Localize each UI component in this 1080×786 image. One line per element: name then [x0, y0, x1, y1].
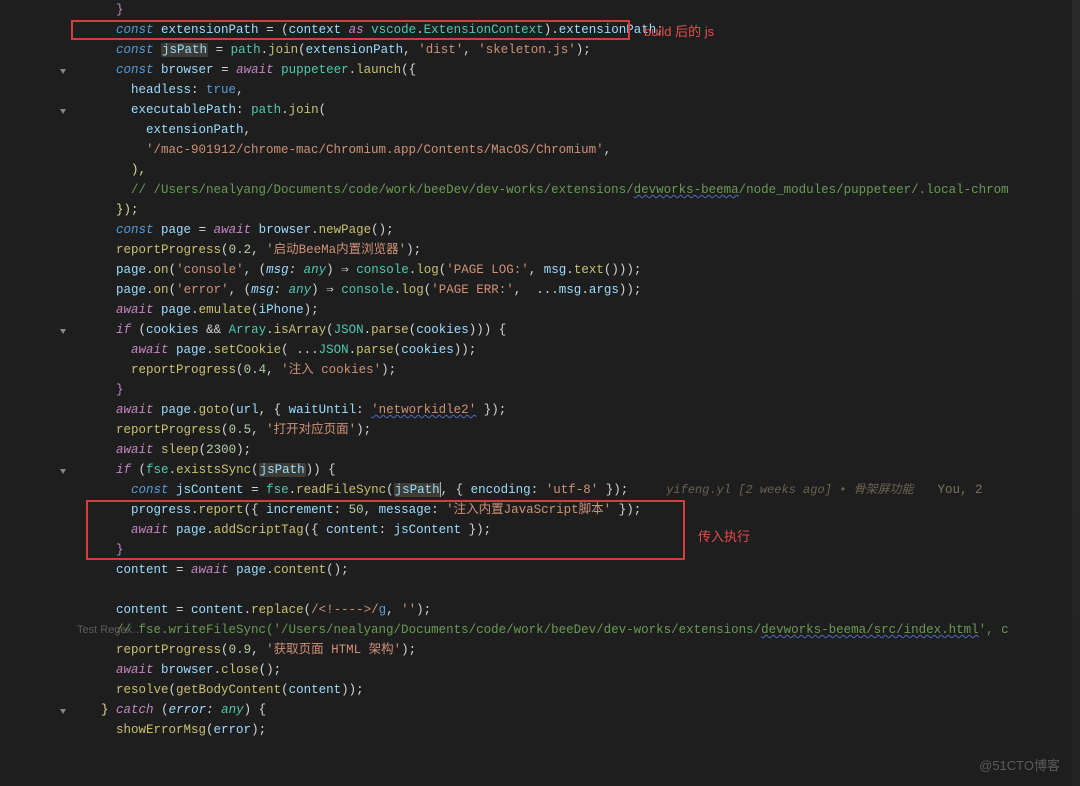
annotation-label-2: 传入执行	[698, 527, 750, 547]
chevron-down-icon[interactable]	[60, 329, 66, 334]
chevron-down-icon[interactable]	[60, 469, 66, 474]
watermark: @51CTO博客	[979, 756, 1060, 776]
keyword-const: const	[116, 23, 154, 37]
brace: }	[116, 3, 124, 17]
gitlens-you: You, 2	[938, 483, 983, 497]
annotation-label-1: build 后的 js	[644, 22, 714, 42]
chevron-down-icon[interactable]	[60, 109, 66, 114]
chevron-down-icon[interactable]	[60, 709, 66, 714]
gitlens-blame: yifeng.yl [2 weeks ago] • 骨架屏功能	[666, 483, 913, 497]
code-editor[interactable]: } const extensionPath = (context as vsco…	[0, 0, 1080, 740]
minimap-scrollbar[interactable]	[1072, 0, 1080, 786]
chevron-down-icon[interactable]	[60, 69, 66, 74]
regex-test-hint[interactable]: Test Regex…	[77, 620, 143, 640]
